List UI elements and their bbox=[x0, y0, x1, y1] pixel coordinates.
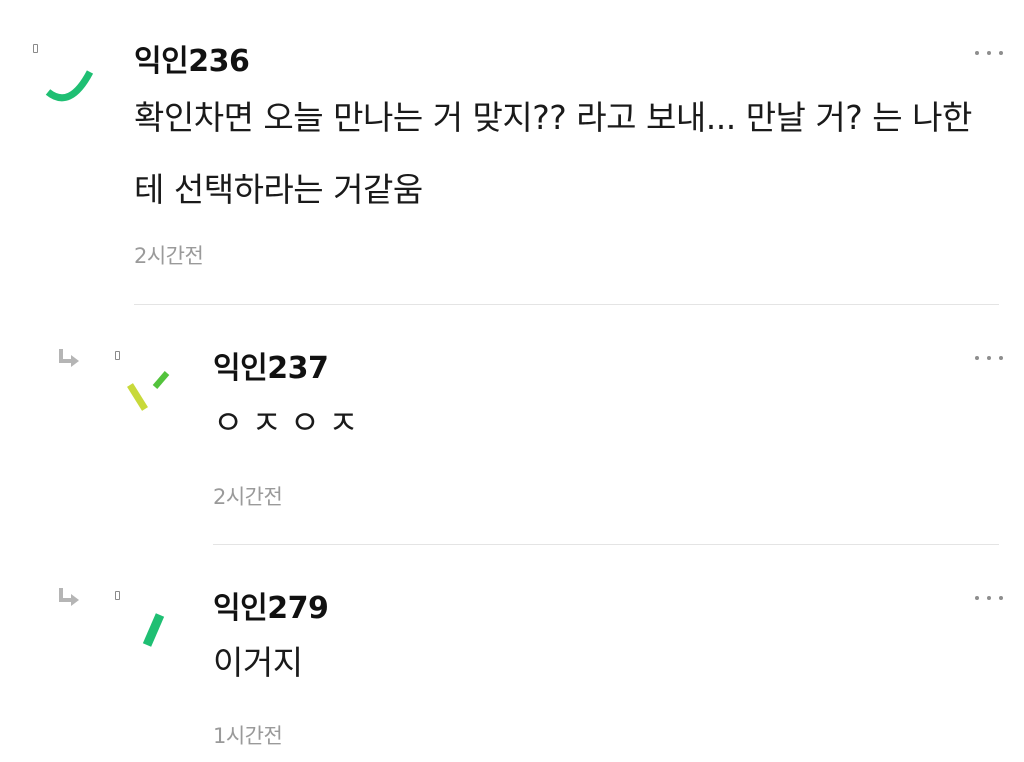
avatar-pattern-icon bbox=[45, 70, 94, 102]
avatar[interactable] bbox=[135, 609, 175, 649]
comment-nickname[interactable]: 익인236 bbox=[134, 36, 250, 80]
avatar-pattern-icon bbox=[127, 371, 170, 411]
more-dot bbox=[999, 596, 1003, 600]
comment-text: 이거지 bbox=[213, 643, 303, 682]
avatar[interactable] bbox=[42, 62, 98, 106]
comment-text: 확인차면 오늘 만나는 거 맞지?? 라고 보내... 만날 거? 는 나한테 … bbox=[134, 98, 972, 209]
more-options-button[interactable] bbox=[975, 45, 1003, 61]
comment-item: 익인236 확인차면 오늘 만나는 거 맞지?? 라고 보내... 만날 거? … bbox=[0, 0, 1024, 305]
more-dot bbox=[975, 596, 979, 600]
comment-time: 1시간전 bbox=[213, 724, 283, 748]
more-dot bbox=[975, 356, 979, 360]
comment-text: ㅇㅈㅇㅈ bbox=[213, 403, 367, 442]
comment-nickname[interactable]: 익인279 bbox=[213, 583, 329, 627]
more-dot bbox=[987, 51, 991, 55]
comment-nickname[interactable]: 익인237 bbox=[213, 343, 329, 387]
avatar-pattern-icon bbox=[142, 613, 165, 647]
user-badge-icon bbox=[115, 351, 120, 360]
more-dot bbox=[975, 51, 979, 55]
avatar[interactable] bbox=[125, 367, 175, 415]
comment-time: 2시간전 bbox=[213, 485, 283, 509]
comment-time: 2시간전 bbox=[134, 244, 204, 268]
more-options-button[interactable] bbox=[975, 350, 1003, 366]
user-badge-icon bbox=[115, 591, 120, 600]
more-dot bbox=[999, 51, 1003, 55]
more-dot bbox=[987, 356, 991, 360]
reply-comment-item: 익인279 이거지 1시간전 bbox=[0, 545, 1024, 762]
more-dot bbox=[987, 596, 991, 600]
user-badge-icon bbox=[33, 44, 38, 53]
reply-comment-item: 익인237 ㅇㅈㅇㅈ 2시간전 bbox=[0, 305, 1024, 545]
more-options-button[interactable] bbox=[975, 590, 1003, 606]
more-dot bbox=[999, 356, 1003, 360]
reply-arrow-icon bbox=[59, 588, 79, 606]
reply-arrow-icon bbox=[59, 349, 79, 367]
